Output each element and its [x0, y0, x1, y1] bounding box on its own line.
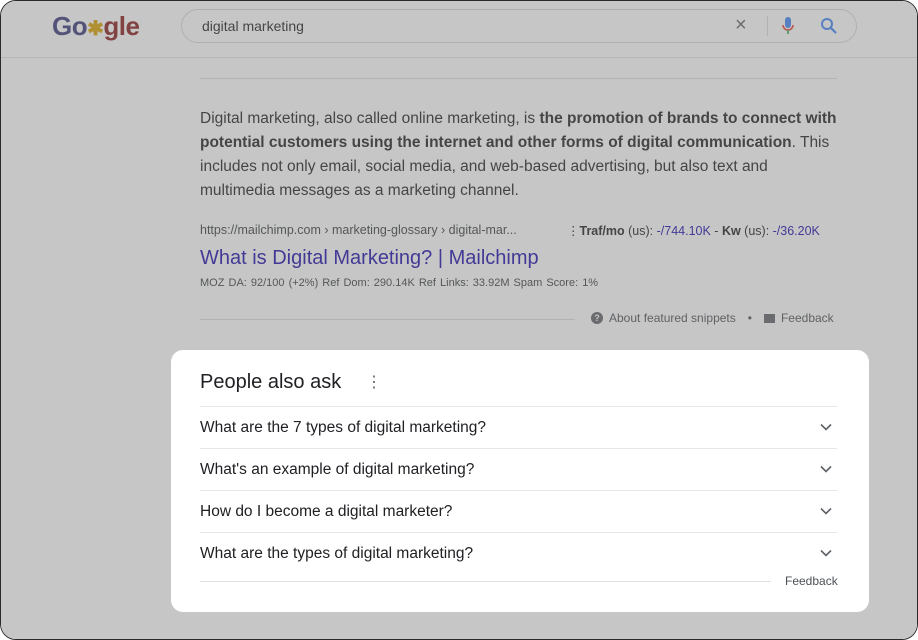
paa-question-text: What are the 7 types of digital marketin…: [200, 419, 487, 436]
feedback-icon: [763, 313, 775, 323]
paa-feedback-link[interactable]: Feedback: [785, 574, 838, 588]
search-header: Go✱gle digital marketing ×: [1, 1, 917, 58]
kw-sep: -: [710, 224, 722, 238]
logo-text-start: Go: [52, 11, 88, 41]
paa-question[interactable]: What are the types of digital marketing?: [200, 532, 837, 575]
chevron-down-icon[interactable]: [819, 504, 833, 518]
dot-separator: •: [747, 311, 752, 325]
snippet-footer: ? About featured snippets • Feedback: [591, 311, 834, 325]
chevron-down-icon[interactable]: [819, 462, 833, 476]
paa-question-text: What's an example of digital marketing?: [200, 461, 475, 478]
search-input[interactable]: digital marketing ×: [181, 9, 857, 43]
result-title-link[interactable]: What is Digital Marketing? | Mailchimp: [200, 247, 539, 270]
seo-metrics: ⋮Traf/mo (us): -/744.10K - Kw (us): -/36…: [567, 223, 820, 238]
paa-question[interactable]: What are the 7 types of digital marketin…: [200, 406, 837, 449]
more-vert-icon[interactable]: ⋮: [366, 375, 382, 391]
snippet-feedback-link[interactable]: Feedback: [781, 311, 834, 325]
kw-value[interactable]: -/36.20K: [773, 224, 820, 238]
kw-label: Kw: [721, 224, 741, 238]
moz-metrics: MOZ DA: 92/100 (+2%) Ref Dom: 290.14K Re…: [200, 277, 599, 289]
logo-text-end: gle: [103, 11, 140, 41]
divider: [200, 319, 575, 320]
google-logo[interactable]: Go✱gle: [52, 11, 140, 42]
help-icon: ?: [591, 312, 603, 324]
mic-icon[interactable]: [782, 17, 794, 35]
search-icon[interactable]: [820, 17, 838, 35]
paa-question-text: What are the types of digital marketing?: [200, 545, 474, 562]
featured-snippet-text: Digital marketing, also called online ma…: [200, 107, 840, 203]
more-vert-small-icon: ⋮: [567, 224, 580, 238]
people-also-ask-panel: People also ask ⋮ What are the 7 types o…: [171, 350, 869, 612]
search-query[interactable]: digital marketing: [202, 18, 304, 34]
divider: [200, 78, 837, 79]
chevron-down-icon[interactable]: [819, 546, 833, 560]
about-snippets-link[interactable]: About featured snippets: [609, 311, 736, 325]
traf-value[interactable]: -/744.10K: [657, 224, 711, 238]
snippet-text-pre: Digital marketing, also called online ma…: [200, 110, 540, 127]
paa-question[interactable]: How do I become a digital marketer?: [200, 490, 837, 533]
paa-question[interactable]: What's an example of digital marketing?: [200, 448, 837, 491]
browser-frame: Digital marketing, also called online ma…: [0, 0, 918, 640]
divider: [200, 581, 771, 582]
result-cite-url[interactable]: https://mailchimp.com › marketing-glossa…: [200, 223, 517, 237]
traf-region: (us):: [624, 224, 657, 238]
logo-doodle-icon: ✱: [87, 18, 104, 40]
divider: [767, 16, 768, 36]
paa-question-text: How do I become a digital marketer?: [200, 503, 453, 520]
paa-title: People also ask: [200, 371, 342, 393]
traf-label: Traf/mo: [579, 224, 625, 238]
close-icon[interactable]: ×: [735, 14, 747, 37]
chevron-down-icon[interactable]: [819, 420, 833, 434]
kw-region: (us):: [740, 224, 773, 238]
